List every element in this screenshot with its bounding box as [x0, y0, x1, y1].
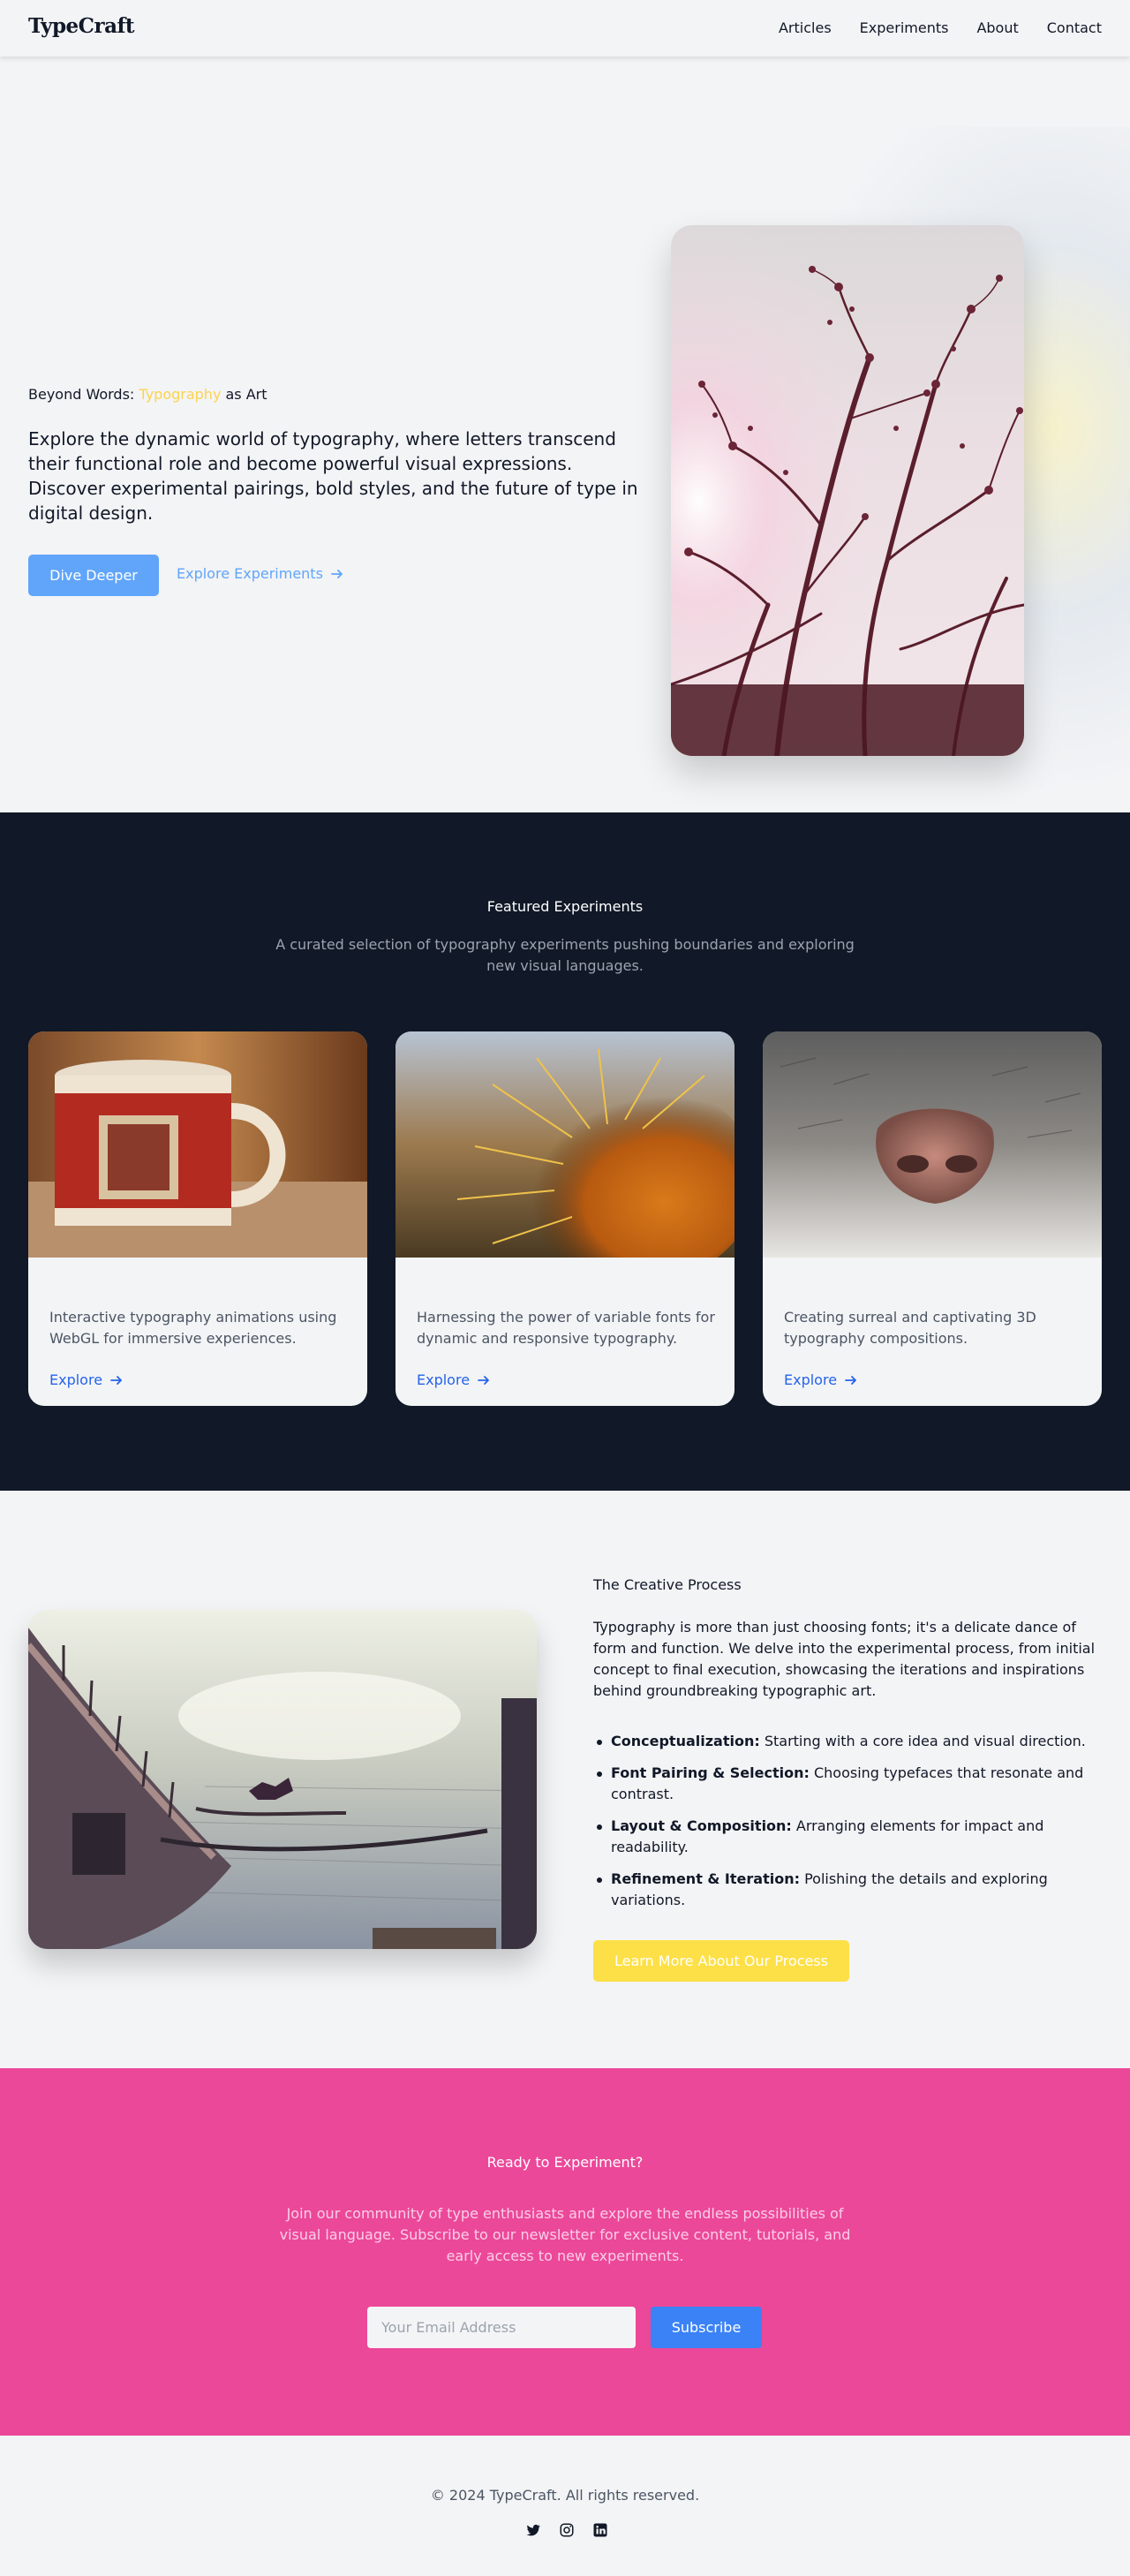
process-title: The Creative Process: [593, 1576, 742, 1593]
dive-deeper-button[interactable]: Dive Deeper: [28, 555, 159, 596]
card-explore-link[interactable]: Explore: [417, 1371, 491, 1388]
experiment-card: Harnessing the power of variable fonts f…: [396, 1031, 734, 1406]
card-image-cat-nose: [763, 1031, 1102, 1258]
explore-experiments-label: Explore Experiments: [177, 565, 323, 582]
subscribe-button[interactable]: Subscribe: [651, 2307, 762, 2348]
social-links: [525, 2522, 608, 2538]
featured-subtitle: A curated selection of typography experi…: [275, 936, 855, 974]
twitter-icon[interactable]: [525, 2522, 541, 2538]
learn-more-process-button[interactable]: Learn More About Our Process: [593, 1940, 849, 1982]
hero-subtitle-accent: Typography: [139, 386, 222, 403]
step-label: Refinement & Iteration:: [611, 1870, 800, 1887]
copyright-text: © 2024 TypeCraft. All rights reserved.: [430, 2487, 700, 2504]
card-explore-link[interactable]: Explore: [784, 1371, 858, 1388]
step-label: Layout & Composition:: [611, 1817, 792, 1834]
arrow-right-icon: [109, 1373, 124, 1387]
card-description: Creating surreal and captivating 3D typo…: [784, 1309, 1036, 1347]
cta-title: Ready to Experiment?: [486, 2154, 644, 2171]
card-explore-link[interactable]: Explore: [49, 1371, 124, 1388]
list-item: Font Pairing & Selection: Choosing typef…: [593, 1763, 1096, 1805]
featured-title: Featured Experiments: [486, 898, 644, 915]
instagram-icon[interactable]: [559, 2522, 575, 2538]
site-footer: © 2024 TypeCraft. All rights reserved.: [0, 2436, 1130, 2576]
main-nav: Articles Experiments About Contact: [779, 19, 1102, 36]
step-label: Conceptualization:: [611, 1733, 760, 1749]
creative-process-section: The Creative Process Typography is more …: [0, 1491, 1130, 2068]
hero-subtitle-suffix: as Art: [221, 386, 267, 403]
nav-link-about[interactable]: About: [976, 19, 1018, 36]
card-description: Harnessing the power of variable fonts f…: [417, 1309, 715, 1347]
site-header: TypeCraft Articles Experiments About Con…: [0, 0, 1130, 57]
arrow-right-icon: [330, 567, 344, 581]
newsletter-cta-section: Ready to Experiment? Join our community …: [0, 2068, 1130, 2436]
email-field[interactable]: [367, 2307, 636, 2348]
nav-link-experiments[interactable]: Experiments: [860, 19, 949, 36]
step-text: Starting with a core idea and visual dir…: [759, 1733, 1086, 1749]
process-steps-list: Conceptualization: Starting with a core …: [593, 1731, 1096, 1922]
logo[interactable]: TypeCraft: [28, 14, 135, 38]
hero-section: Beyond Words: Typography as Art Explore …: [0, 57, 1130, 812]
step-label: Font Pairing & Selection:: [611, 1764, 810, 1781]
process-description: Typography is more than just choosing fo…: [593, 1619, 1096, 1699]
card-explore-label: Explore: [49, 1371, 103, 1388]
card-image-mug: [28, 1031, 367, 1258]
hero-description: Explore the dynamic world of typography,…: [28, 428, 638, 524]
hero-image-branches: [671, 225, 1024, 756]
nav-link-articles[interactable]: Articles: [779, 19, 832, 36]
list-item: Refinement & Iteration: Polishing the de…: [593, 1869, 1096, 1911]
nav-link-contact[interactable]: Contact: [1047, 19, 1102, 36]
card-image-cactus: [396, 1031, 734, 1258]
arrow-right-icon: [844, 1373, 858, 1387]
experiment-card: Creating surreal and captivating 3D typo…: [763, 1031, 1102, 1406]
cta-description: Join our community of type enthusiasts a…: [279, 2205, 851, 2264]
linkedin-icon[interactable]: [592, 2522, 608, 2538]
list-item: Conceptualization: Starting with a core …: [593, 1731, 1096, 1752]
card-description: Interactive typography animations using …: [49, 1309, 337, 1347]
experiment-card: Interactive typography animations using …: [28, 1031, 367, 1406]
arrow-right-icon: [477, 1373, 491, 1387]
card-explore-label: Explore: [417, 1371, 471, 1388]
featured-experiments-section: Featured Experiments A curated selection…: [0, 812, 1130, 1491]
hero-subtitle-prefix: Beyond Words:: [28, 386, 139, 403]
process-image-boat: [28, 1610, 537, 1949]
explore-experiments-link[interactable]: Explore Experiments: [177, 565, 344, 582]
card-explore-label: Explore: [784, 1371, 838, 1388]
hero-subtitle: Beyond Words: Typography as Art: [28, 386, 267, 403]
list-item: Layout & Composition: Arranging elements…: [593, 1816, 1096, 1858]
